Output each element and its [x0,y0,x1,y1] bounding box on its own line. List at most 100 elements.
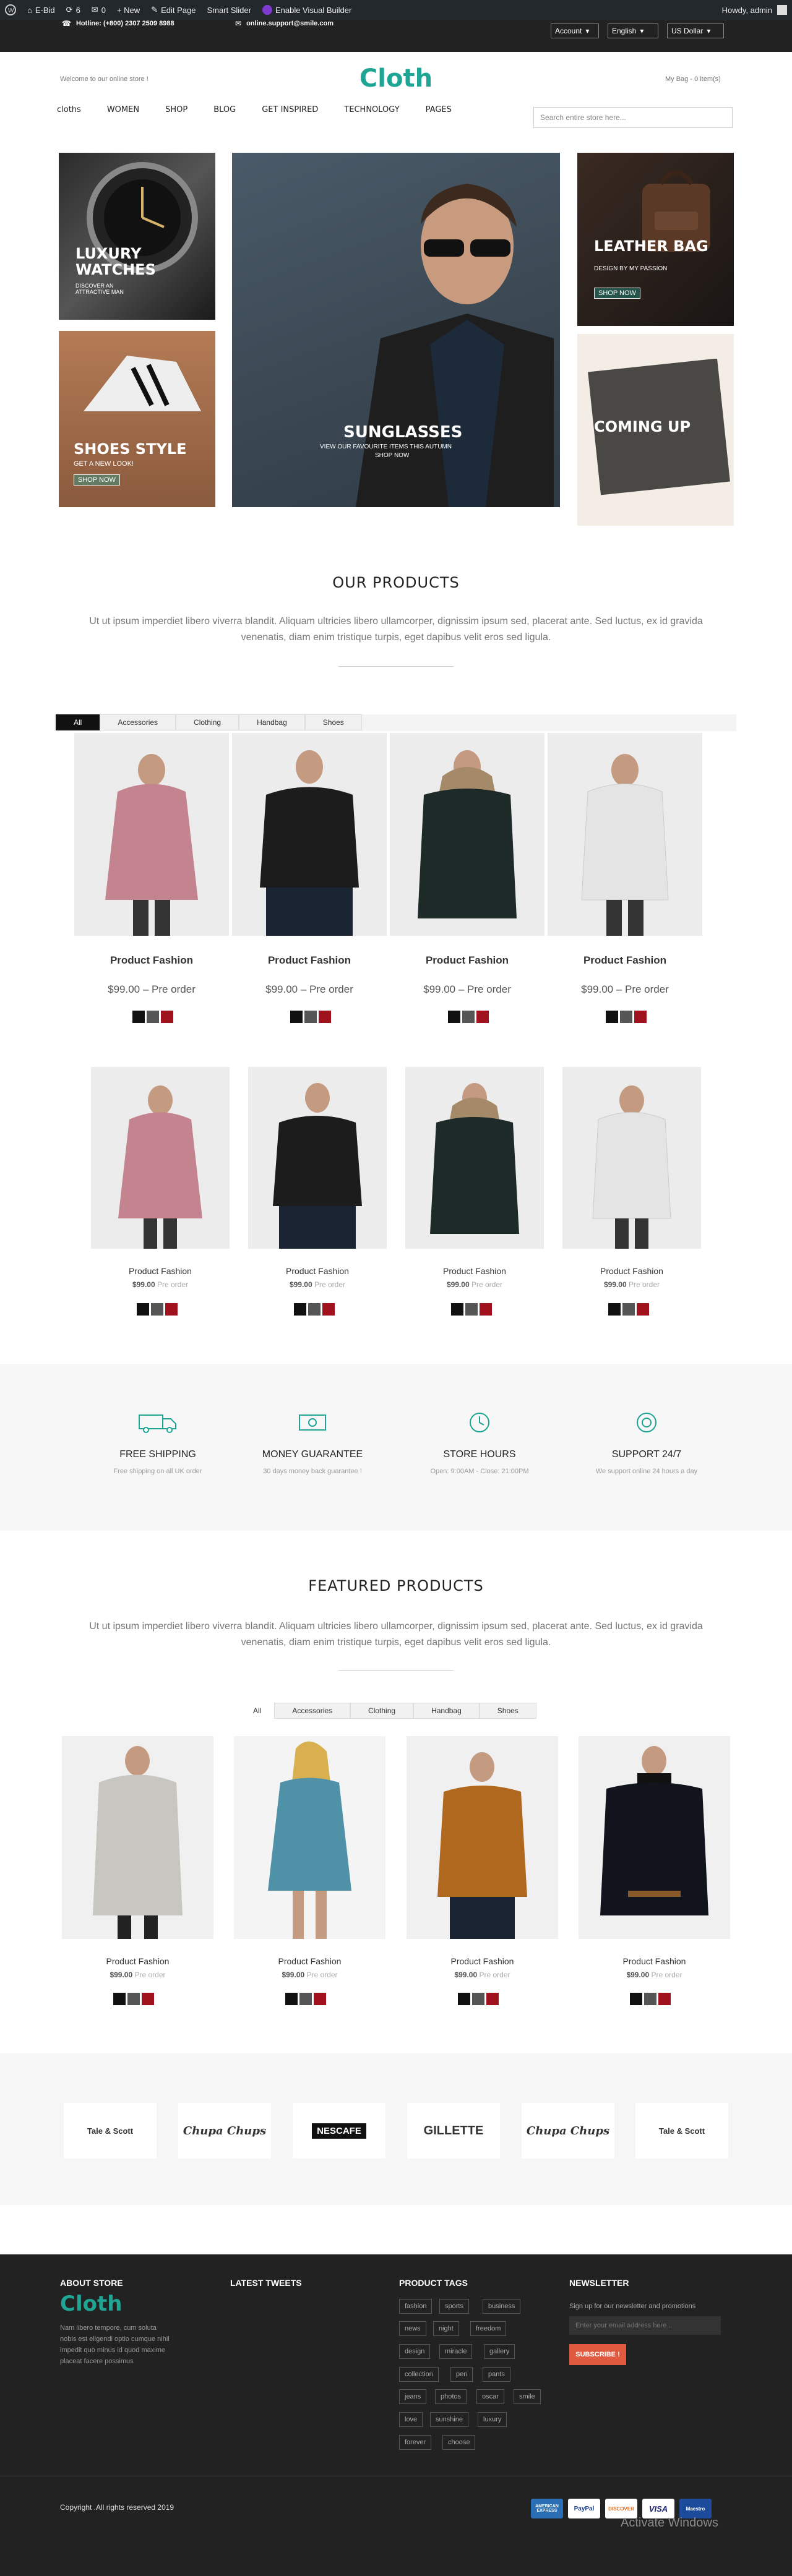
visual-builder-link[interactable]: Enable Visual Builder [262,5,351,15]
product-image[interactable] [407,1736,558,1939]
brand-logo[interactable]: NESCAFE [293,2103,385,2159]
tag-link[interactable]: business [483,2299,521,2314]
tab-clothing[interactable]: Clothing [176,714,239,730]
swatch-black[interactable] [294,1303,306,1316]
nav-item-cloths[interactable]: cloths [57,105,81,114]
brand-logo[interactable]: Chupa Chups [522,2103,614,2159]
tab-handbag[interactable]: Handbag [239,714,305,730]
search-input[interactable]: Search entire store here... [533,107,733,128]
banner-sunglasses[interactable]: SUNGLASSES VIEW OUR FAVOURITE ITEMS THIS… [232,153,560,507]
swatch-red[interactable] [314,1993,326,2005]
swatch-red[interactable] [637,1303,649,1316]
wp-logo-icon[interactable]: W [5,4,16,15]
swatch-black[interactable] [448,1011,460,1023]
tab-all[interactable]: All [56,714,100,730]
tag-link[interactable]: fashion [399,2299,433,2314]
swatch-gray[interactable] [127,1993,140,2005]
swatch-gray[interactable] [299,1993,312,2005]
swatch-red[interactable] [322,1303,335,1316]
nav-item-technology[interactable]: TECHNOLOGY [344,105,399,114]
tag-link[interactable]: miracle [439,2344,473,2359]
product-image[interactable] [390,733,544,936]
avatar[interactable] [777,5,787,15]
banner-luxury-watches[interactable]: LUXURY WATCHES DISCOVER AN ATTRACTIVE MA… [59,153,215,320]
product-name[interactable]: Product Fashion [579,1956,730,1966]
updates-link[interactable]: ⟳ 6 [66,5,80,15]
swatch-black[interactable] [132,1011,145,1023]
product-image[interactable] [74,733,229,936]
brand-logo[interactable]: GILLETTE [407,2103,500,2159]
nav-item-shop[interactable]: SHOP [165,105,187,114]
banner-shoes-style[interactable]: SHOES STYLE GET A NEW LOOK! SHOP NOW [59,331,215,507]
banner-coming-up[interactable]: COMING UP [577,334,734,526]
swatch-black[interactable] [113,1993,126,2005]
howdy-link[interactable]: Howdy, admin [722,6,772,15]
product-image[interactable] [248,1067,387,1249]
tag-link[interactable]: pants [483,2367,510,2382]
nav-item-pages[interactable]: PAGES [426,105,452,114]
swatch-black[interactable] [290,1011,303,1023]
new-link[interactable]: + New [117,6,140,15]
comments-link[interactable]: ✉ 0 [92,5,106,15]
swatch-gray[interactable] [620,1011,632,1023]
shop-now-button[interactable]: SHOP NOW [74,474,120,486]
tag-link[interactable]: oscar [476,2389,504,2404]
shop-now-link[interactable]: SHOP NOW [375,452,409,459]
tag-link[interactable]: choose [442,2435,476,2450]
smart-slider-link[interactable]: Smart Slider [207,6,251,15]
product-name[interactable]: Product Fashion [91,1266,230,1276]
swatch-black[interactable] [285,1993,298,2005]
product-name[interactable]: Product Fashion [234,1956,385,1966]
swatch-black[interactable] [137,1303,149,1316]
product-image[interactable] [91,1067,230,1249]
swatch-red[interactable] [486,1993,499,2005]
swatch-black[interactable] [606,1011,618,1023]
subscribe-button[interactable]: SUBSCRIBE ! [569,2344,626,2365]
tag-link[interactable]: design [399,2344,431,2359]
product-name[interactable]: Product Fashion [407,1956,558,1966]
product-name[interactable]: Product Fashion [74,954,229,967]
tag-link[interactable]: sunshine [430,2412,469,2427]
footer-logo[interactable]: Cloth [60,2291,122,2316]
product-image[interactable] [548,733,702,936]
swatch-red[interactable] [480,1303,492,1316]
swatch-gray[interactable] [151,1303,163,1316]
tag-link[interactable]: luxury [478,2412,507,2427]
swatch-red[interactable] [476,1011,489,1023]
product-image[interactable] [562,1067,701,1249]
banner-leather-bag[interactable]: LEATHER BAG DESIGN BY MY PASSION SHOP NO… [577,153,734,326]
product-name[interactable]: Product Fashion [548,954,702,967]
product-name[interactable]: Product Fashion [248,1266,387,1276]
nav-item-blog[interactable]: BLOG [213,105,236,114]
swatch-gray[interactable] [462,1011,475,1023]
product-name[interactable]: Product Fashion [62,1956,213,1966]
swatch-red[interactable] [658,1993,671,2005]
swatch-red[interactable] [319,1011,331,1023]
tab-handbag[interactable]: Handbag [413,1703,480,1719]
swatch-black[interactable] [451,1303,463,1316]
newsletter-email-input[interactable]: Enter your email address here... [569,2316,721,2335]
tab-accessories[interactable]: Accessories [100,714,176,730]
tag-link[interactable]: news [399,2321,426,2336]
swatch-gray[interactable] [622,1303,635,1316]
swatch-gray[interactable] [472,1993,484,2005]
tag-link[interactable]: collection [399,2367,439,2382]
tag-link[interactable]: photos [435,2389,467,2404]
tag-link[interactable]: smile [514,2389,541,2404]
swatch-red[interactable] [165,1303,178,1316]
product-image[interactable] [234,1736,385,1939]
swatch-red[interactable] [634,1011,647,1023]
swatch-gray[interactable] [644,1993,656,2005]
brand-logo[interactable]: Chupa Chups [178,2103,271,2159]
nav-item-women[interactable]: WOMEN [107,105,139,114]
swatch-black[interactable] [608,1303,621,1316]
product-image[interactable] [405,1067,544,1249]
edit-page-link[interactable]: ✎ Edit Page [151,5,196,15]
tag-link[interactable]: sports [439,2299,469,2314]
tag-link[interactable]: pen [450,2367,473,2382]
product-name[interactable]: Product Fashion [232,954,387,967]
currency-select[interactable]: US Dollar ▾ [667,24,724,38]
tag-link[interactable]: forever [399,2435,432,2450]
swatch-gray[interactable] [304,1011,317,1023]
brand-logo[interactable]: Tale & Scott [635,2103,728,2159]
